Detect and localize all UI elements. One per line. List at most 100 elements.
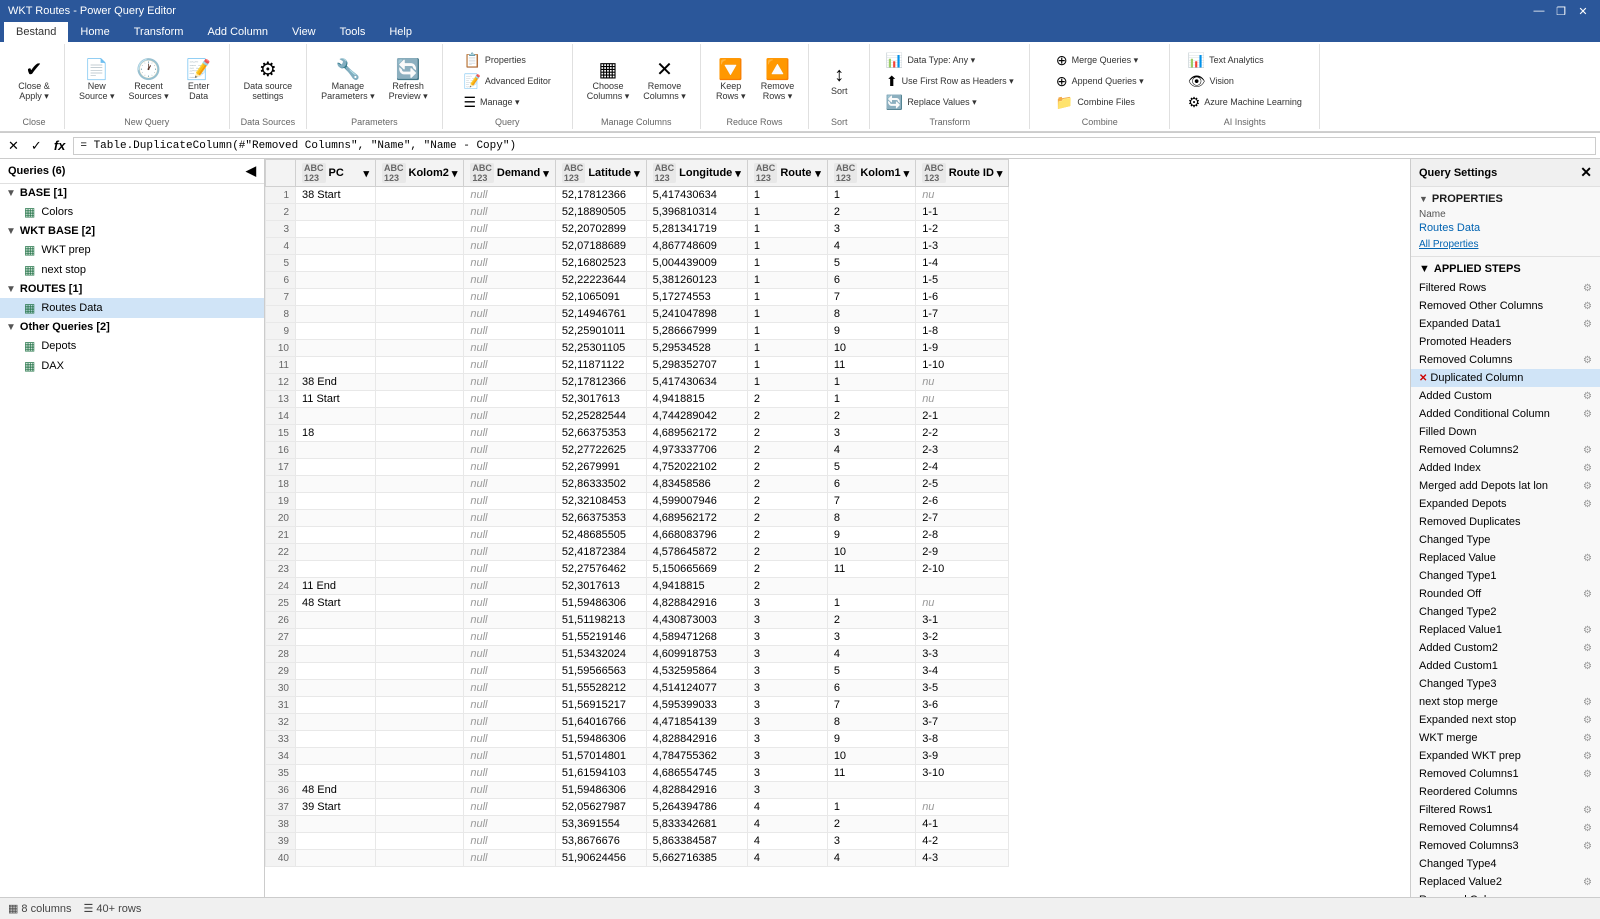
choose-columns-button[interactable]: ▦ ChooseColumns ▾ <box>581 56 636 106</box>
step-item[interactable]: ✕Duplicated Column <box>1411 369 1600 387</box>
col-header-longitude[interactable]: ABC123 Longitude ▾ <box>646 160 747 187</box>
table-row[interactable]: 18null52,863335024,83458586262-5 <box>266 476 1009 493</box>
first-row-headers-button[interactable]: ⬆ Use First Row as Headers ▾ <box>881 71 1019 91</box>
step-gear-icon[interactable]: ⚙ <box>1583 355 1592 366</box>
step-gear-icon[interactable]: ⚙ <box>1583 283 1592 294</box>
table-row[interactable]: 14null52,252825444,744289042222-1 <box>266 408 1009 425</box>
query-settings-close-icon[interactable]: ✕ <box>1580 164 1592 181</box>
table-row[interactable]: 8null52,149467615,241047898181-7 <box>266 306 1009 323</box>
step-item[interactable]: Added Conditional Column⚙ <box>1411 405 1600 423</box>
table-row[interactable]: 17null52,26799914,752022102252-4 <box>266 459 1009 476</box>
tab-transform[interactable]: Transform <box>122 22 196 42</box>
append-queries-button[interactable]: ⊕ Append Queries ▾ <box>1051 71 1149 91</box>
query-group-routes-header[interactable]: ▼ ROUTES [1] <box>0 280 264 298</box>
recent-sources-button[interactable]: 🕐 RecentSources ▾ <box>123 56 175 106</box>
table-row[interactable]: 16null52,277226254,973337706242-3 <box>266 442 1009 459</box>
advanced-editor-button[interactable]: 📝 Advanced Editor <box>458 71 555 91</box>
step-item[interactable]: Changed Type3 <box>1411 675 1600 693</box>
table-row[interactable]: 29null51,595665634,532595864353-4 <box>266 663 1009 680</box>
step-item[interactable]: Expanded Depots⚙ <box>1411 495 1600 513</box>
table-row[interactable]: 2null52,188905055,396810314121-1 <box>266 204 1009 221</box>
vision-button[interactable]: 👁 Vision <box>1183 71 1263 91</box>
query-item-dax[interactable]: ▦ DAX <box>0 356 264 376</box>
step-gear-icon[interactable]: ⚙ <box>1583 589 1592 600</box>
close-apply-button[interactable]: ✔ Close &Apply ▾ <box>12 56 56 106</box>
table-row[interactable]: 38null53,36915545,833342681424-1 <box>266 816 1009 833</box>
table-row[interactable]: 3null52,207028995,281341719131-2 <box>266 221 1009 238</box>
step-item[interactable]: Expanded WKT prep⚙ <box>1411 747 1600 765</box>
formula-accept-icon[interactable]: ✓ <box>27 136 46 156</box>
table-row[interactable]: 1311 Startnull52,30176134,941881521nu <box>266 391 1009 408</box>
refresh-preview-button[interactable]: 🔄 RefreshPreview ▾ <box>383 56 434 106</box>
azure-ml-button[interactable]: ⚙ Azure Machine Learning <box>1183 92 1307 112</box>
kolom1-filter-icon[interactable]: ▾ <box>904 167 910 180</box>
table-row[interactable]: 6null52,222236445,381260123161-5 <box>266 272 1009 289</box>
remove-rows-button[interactable]: 🔼 RemoveRows ▾ <box>755 56 801 106</box>
query-group-other-header[interactable]: ▼ Other Queries [2] <box>0 318 264 336</box>
table-row[interactable]: 1238 Endnull52,178123665,41743063411nu <box>266 374 1009 391</box>
col-header-kolom2[interactable]: ABC123 Kolom2 ▾ <box>376 160 464 187</box>
tab-home[interactable]: Home <box>68 22 121 42</box>
step-item[interactable]: Removed Columns3⚙ <box>1411 837 1600 855</box>
table-row[interactable]: 20null52,663753534,689562172282-7 <box>266 510 1009 527</box>
query-item-depots[interactable]: ▦ Depots <box>0 336 264 356</box>
merge-queries-button[interactable]: ⊕ Merge Queries ▾ <box>1051 50 1143 70</box>
demand-filter-icon[interactable]: ▾ <box>543 167 549 180</box>
step-item[interactable]: Filtered Rows1⚙ <box>1411 801 1600 819</box>
table-row[interactable]: 3739 Startnull52,056279875,26439478641nu <box>266 799 1009 816</box>
remove-columns-button[interactable]: ✕ RemoveColumns ▾ <box>637 56 692 106</box>
step-item[interactable]: Replaced Value1⚙ <box>1411 621 1600 639</box>
route-filter-icon[interactable]: ▾ <box>815 167 821 180</box>
tab-help[interactable]: Help <box>377 22 424 42</box>
step-item[interactable]: Renamed Columns <box>1411 891 1600 897</box>
step-item[interactable]: Removed Columns⚙ <box>1411 351 1600 369</box>
step-item[interactable]: Filtered Rows⚙ <box>1411 279 1600 297</box>
step-gear-icon[interactable]: ⚙ <box>1583 697 1592 708</box>
table-row[interactable]: 4null52,071886894,867748609141-3 <box>266 238 1009 255</box>
tab-view[interactable]: View <box>280 22 328 42</box>
step-item[interactable]: Added Custom1⚙ <box>1411 657 1600 675</box>
table-row[interactable]: 10null52,253011055,295345281101-9 <box>266 340 1009 357</box>
step-item[interactable]: Expanded next stop⚙ <box>1411 711 1600 729</box>
table-row[interactable]: 2411 Endnull52,30176134,94188152 <box>266 578 1009 595</box>
data-source-settings-button[interactable]: ⚙ Data sourcesettings <box>238 56 299 105</box>
step-item[interactable]: Changed Type1 <box>1411 567 1600 585</box>
table-row[interactable]: 39null53,86766765,863384587434-2 <box>266 833 1009 850</box>
text-analytics-button[interactable]: 📊 Text Analytics <box>1183 50 1269 70</box>
step-gear-icon[interactable]: ⚙ <box>1583 553 1592 564</box>
sort-button[interactable]: ↕ Sort <box>817 61 861 100</box>
manage-parameters-button[interactable]: 🔧 ManageParameters ▾ <box>315 56 381 106</box>
table-row[interactable]: 2548 Startnull51,594863064,82884291631nu <box>266 595 1009 612</box>
formula-fx-icon[interactable]: fx <box>50 136 70 155</box>
latitude-filter-icon[interactable]: ▾ <box>634 167 640 180</box>
step-item[interactable]: Removed Columns2⚙ <box>1411 441 1600 459</box>
step-item[interactable]: WKT merge⚙ <box>1411 729 1600 747</box>
step-gear-icon[interactable]: ⚙ <box>1583 409 1592 420</box>
step-item[interactable]: Promoted Headers <box>1411 333 1600 351</box>
formula-input[interactable] <box>73 137 1596 155</box>
table-row[interactable]: 1518null52,663753534,689562172232-2 <box>266 425 1009 442</box>
step-gear-icon[interactable]: ⚙ <box>1583 463 1592 474</box>
table-row[interactable]: 5null52,168025235,004439009151-4 <box>266 255 1009 272</box>
step-item[interactable]: Replaced Value2⚙ <box>1411 873 1600 891</box>
step-item[interactable]: Removed Columns1⚙ <box>1411 765 1600 783</box>
step-item[interactable]: Merged add Depots lat lon⚙ <box>1411 477 1600 495</box>
step-item[interactable]: Removed Other Columns⚙ <box>1411 297 1600 315</box>
table-row[interactable]: 21null52,486855054,668083796292-8 <box>266 527 1009 544</box>
keep-rows-button[interactable]: 🔽 KeepRows ▾ <box>709 56 753 106</box>
table-row[interactable]: 3648 Endnull51,594863064,8288429163 <box>266 782 1009 799</box>
query-item-next-stop[interactable]: ▦ next stop <box>0 260 264 280</box>
step-gear-icon[interactable]: ⚙ <box>1583 661 1592 672</box>
close-button[interactable]: ✕ <box>1574 2 1592 20</box>
step-item[interactable]: next stop merge⚙ <box>1411 693 1600 711</box>
name-value[interactable]: Routes Data <box>1419 222 1592 234</box>
step-gear-icon[interactable]: ⚙ <box>1583 805 1592 816</box>
col-header-route[interactable]: ABC123 Route ▾ <box>747 160 827 187</box>
enter-data-button[interactable]: 📝 EnterData <box>177 56 221 105</box>
step-item[interactable]: Replaced Value⚙ <box>1411 549 1600 567</box>
all-properties-link[interactable]: All Properties <box>1419 239 1478 250</box>
step-gear-icon[interactable]: ⚙ <box>1583 643 1592 654</box>
step-gear-icon[interactable]: ⚙ <box>1583 769 1592 780</box>
table-row[interactable]: 28null51,534320244,609918753343-3 <box>266 646 1009 663</box>
table-row[interactable]: 34null51,570148014,7847553623103-9 <box>266 748 1009 765</box>
